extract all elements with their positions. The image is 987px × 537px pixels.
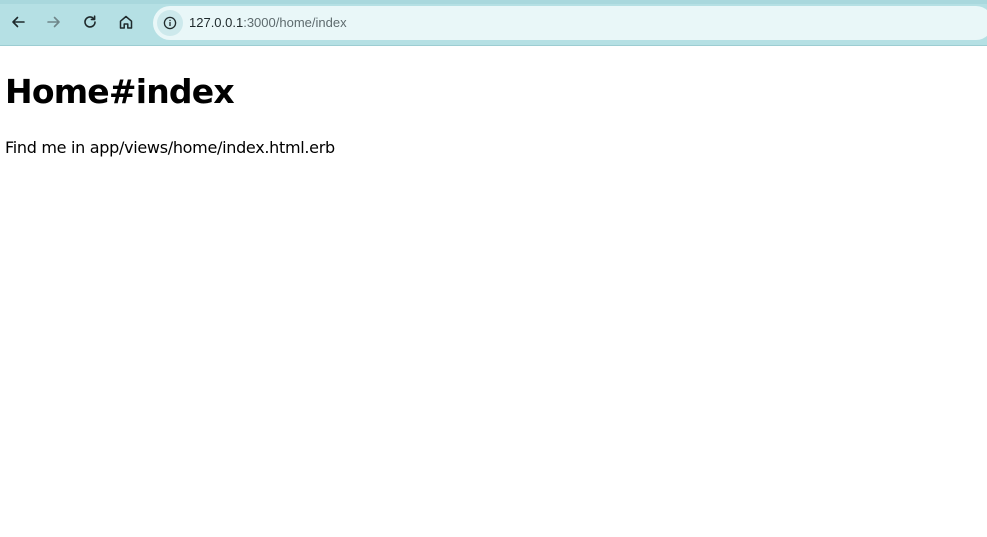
forward-arrow-icon (47, 16, 60, 28)
back-button[interactable] (3, 7, 33, 37)
home-icon (119, 15, 133, 29)
browser-toolbar: 127.0.0.1:3000/home/index (0, 0, 987, 46)
site-info-button[interactable] (157, 10, 183, 36)
forward-button[interactable] (39, 7, 69, 37)
address-bar[interactable]: 127.0.0.1:3000/home/index (153, 6, 987, 40)
url-text[interactable]: 127.0.0.1:3000/home/index (189, 15, 347, 31)
info-icon (163, 16, 177, 30)
reload-icon (84, 15, 96, 28)
reload-button[interactable] (75, 7, 105, 37)
page-paragraph: Find me in app/views/home/index.html.erb (5, 138, 335, 157)
url-host: 127.0.0.1 (189, 15, 244, 30)
toolbar-top-strip (0, 0, 987, 4)
url-path: :3000/home/index (243, 15, 347, 30)
page-title: Home#index (5, 72, 235, 111)
back-arrow-icon (12, 16, 25, 28)
page-content: Home#index Find me in app/views/home/ind… (5, 70, 335, 158)
home-button[interactable] (111, 7, 141, 37)
